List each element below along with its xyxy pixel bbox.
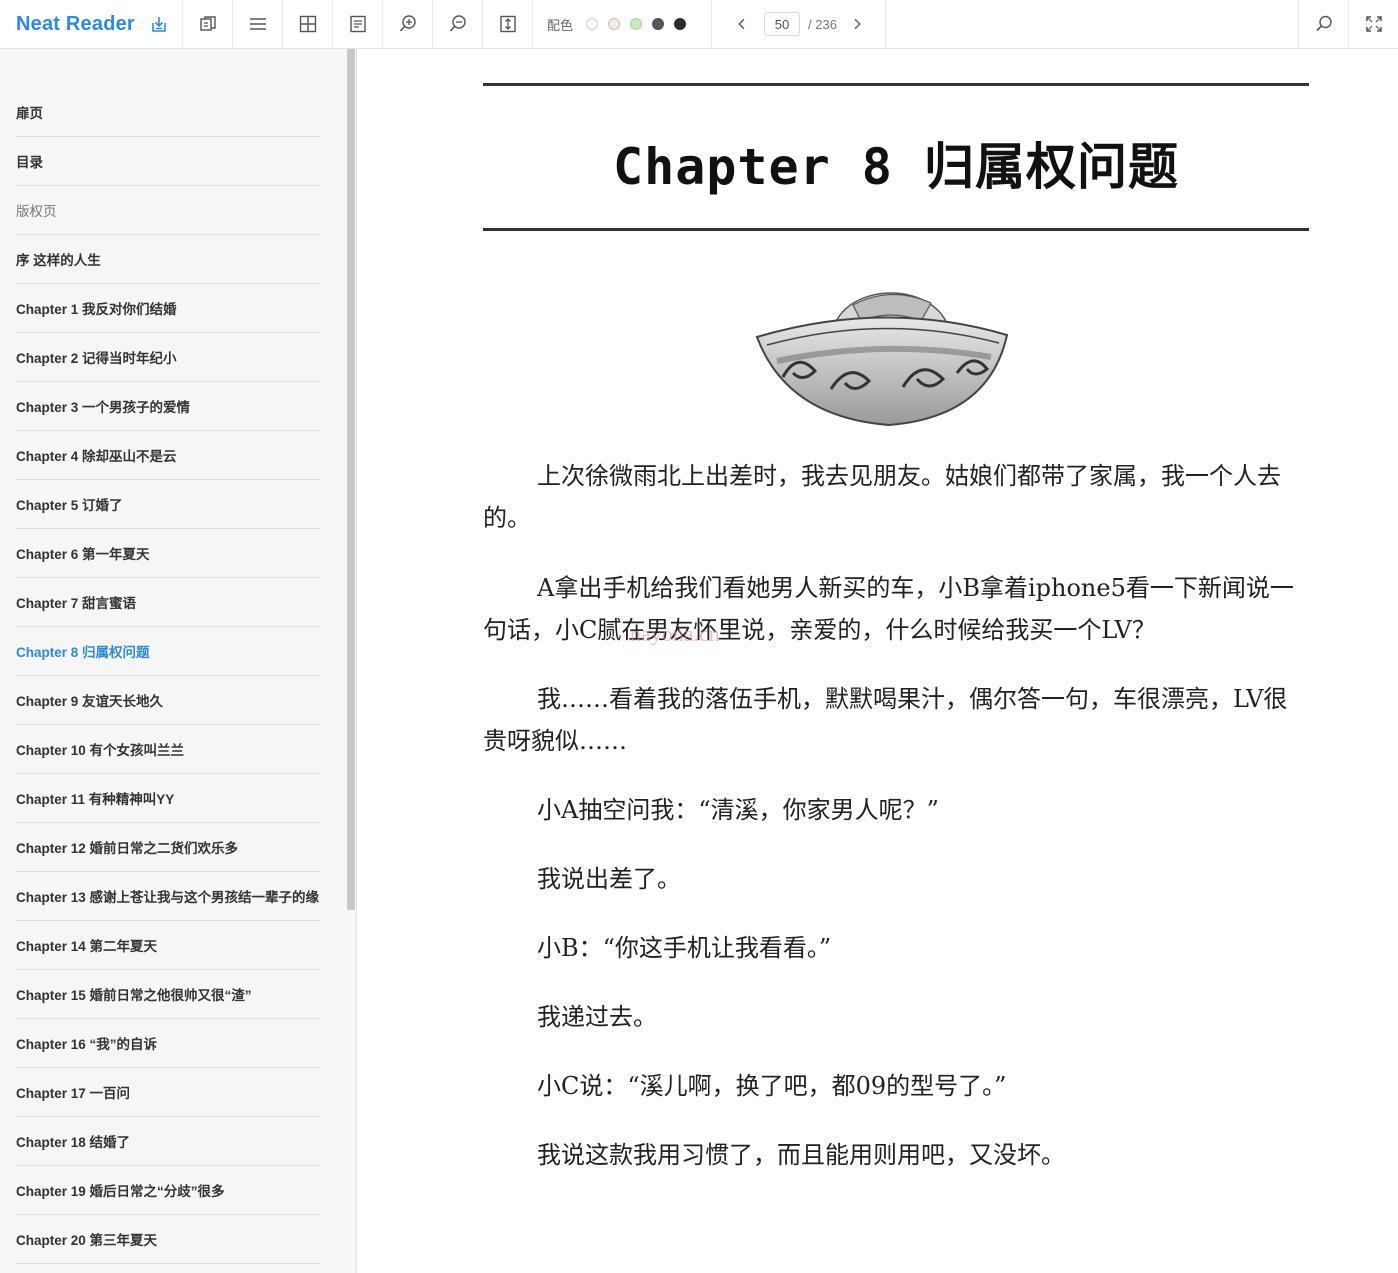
- toc-item[interactable]: Chapter 16 “我”的自诉: [16, 1019, 320, 1068]
- fullscreen-icon: [1365, 16, 1382, 32]
- toc-button[interactable]: [233, 0, 283, 48]
- paragraph: 我……看着我的落伍手机，默默喝果汁，偶尔答一句，车很漂亮，LV很贵呀貌似……: [483, 685, 1288, 755]
- swatch-green[interactable]: [630, 18, 643, 30]
- toc-item[interactable]: Chapter 11 有种精神叫YY: [16, 774, 320, 823]
- import-book-icon[interactable]: [149, 14, 169, 34]
- grid-icon: [299, 15, 316, 33]
- toc-item[interactable]: 扉页: [16, 88, 320, 137]
- paragraph: 我说这款我用习惯了，而且能用则用吧，又没坏。: [537, 1141, 1065, 1169]
- toc-item[interactable]: Chapter 14 第二年夏天: [16, 921, 320, 970]
- zoom-in-icon: [399, 15, 416, 32]
- chapter-title: Chapter 8 归属权问题: [612, 138, 1180, 196]
- toolbar: Neat Reader 配色 / 236: [0, 0, 1398, 49]
- zoom-out-icon: [449, 15, 466, 32]
- toc-item[interactable]: Chapter 15 婚前日常之他很帅又很“渣”: [16, 970, 320, 1019]
- toc-item[interactable]: Chapter 12 婚前日常之二货们欢乐多: [16, 823, 320, 872]
- notes-button[interactable]: [333, 0, 383, 48]
- toc-item[interactable]: Chapter 2 记得当时年纪小: [16, 333, 320, 382]
- fit-height-button[interactable]: [483, 0, 533, 48]
- search-button[interactable]: [1298, 0, 1348, 48]
- swatch-dark[interactable]: [674, 18, 687, 30]
- chevron-right-icon: [854, 18, 861, 30]
- paragraph: A拿出手机给我们看她男人新买的车，小B拿着iphone5看一下新闻说一句话，小C…: [483, 574, 1294, 644]
- paragraph: 我递过去。: [537, 1003, 657, 1031]
- page-number-input[interactable]: [764, 12, 801, 36]
- prev-page-button[interactable]: [732, 14, 752, 34]
- color-scheme-group: 配色: [533, 0, 713, 48]
- toc-sidebar: 扉页 目录 版权页 序 这样的人生 Chapter 1 我反对你们结婚 Chap…: [0, 49, 357, 1273]
- menu-icon: [249, 18, 266, 30]
- fit-height-icon: [499, 15, 516, 33]
- swatch-gray[interactable]: [652, 18, 665, 30]
- toc-item[interactable]: Chapter 18 结婚了: [16, 1117, 320, 1166]
- sidebar-scrollbar[interactable]: [347, 49, 355, 910]
- toc-item[interactable]: Chapter 20 第三年夏天: [16, 1215, 320, 1264]
- paragraph: 小B：“你这手机让我看看。”: [537, 934, 832, 962]
- page-total: / 236: [808, 16, 837, 32]
- watermark: nayona.cn: [630, 621, 720, 646]
- next-page-button[interactable]: [847, 14, 867, 34]
- toc-item[interactable]: 版权页: [16, 186, 320, 235]
- swatch-sepia[interactable]: [608, 18, 621, 30]
- toolbar-right: [1298, 0, 1398, 48]
- top-rule: [483, 83, 1309, 86]
- toc-item[interactable]: 目录: [16, 137, 320, 186]
- zoom-in-button[interactable]: [383, 0, 433, 48]
- paragraph: 小A抽空问我：“清溪，你家男人呢？”: [537, 796, 939, 824]
- chevron-left-icon: [738, 18, 745, 30]
- page-navigation: / 236: [712, 0, 886, 48]
- paragraph: 上次徐微雨北上出差时，我去见朋友。姑娘们都带了家属，我一个人去的。: [483, 462, 1281, 532]
- toc-item[interactable]: Chapter 5 订婚了: [16, 480, 320, 529]
- toc-item-active[interactable]: Chapter 8 归属权问题: [16, 627, 320, 676]
- ingot-bowl-illustration: [755, 292, 1009, 427]
- toc-item[interactable]: Chapter 3 一个男孩子的爱情: [16, 382, 320, 431]
- grid-view-button[interactable]: [283, 0, 333, 48]
- zoom-out-button[interactable]: [433, 0, 483, 48]
- bottom-rule: [483, 228, 1309, 231]
- app-name: Neat Reader: [16, 12, 135, 35]
- color-scheme-label: 配色: [547, 17, 574, 33]
- toc-item[interactable]: Chapter 7 甜言蜜语: [16, 578, 320, 627]
- brand: Neat Reader: [0, 0, 183, 48]
- toc-item[interactable]: Chapter 4 除却巫山不是云: [16, 431, 320, 480]
- toc-item[interactable]: Chapter 19 婚后日常之“分歧”很多: [16, 1166, 320, 1215]
- toc-item[interactable]: Chapter 17 一百问: [16, 1068, 320, 1117]
- notes-icon: [349, 15, 366, 33]
- swatch-white[interactable]: [586, 18, 599, 30]
- reading-pane: Chapter 8 归属权问题 上次徐微雨北上出差时，我去见朋友。姑娘们都带了家…: [358, 49, 1398, 1273]
- toc-item[interactable]: Chapter 13 感谢上苍让我与这个男孩结一辈子的缘: [16, 872, 320, 921]
- paragraph: 我说出差了。: [537, 865, 681, 893]
- fullscreen-button[interactable]: [1348, 0, 1398, 48]
- toc-item[interactable]: 序 这样的人生: [16, 235, 320, 284]
- toc-item[interactable]: Chapter 6 第一年夏天: [16, 529, 320, 578]
- toc-item[interactable]: Chapter 9 友谊天长地久: [16, 676, 320, 725]
- toc-list: 扉页 目录 版权页 序 这样的人生 Chapter 1 我反对你们结婚 Chap…: [16, 88, 320, 1264]
- toc-item[interactable]: Chapter 1 我反对你们结婚: [16, 284, 320, 333]
- toc-item[interactable]: Chapter 10 有个女孩叫兰兰: [16, 725, 320, 774]
- copy-icon: [199, 16, 216, 31]
- bookshelf-button[interactable]: [183, 0, 233, 48]
- paragraph: 小C说：“溪儿啊，换了吧，都09的型号了。”: [537, 1072, 1007, 1100]
- search-icon: [1315, 15, 1332, 32]
